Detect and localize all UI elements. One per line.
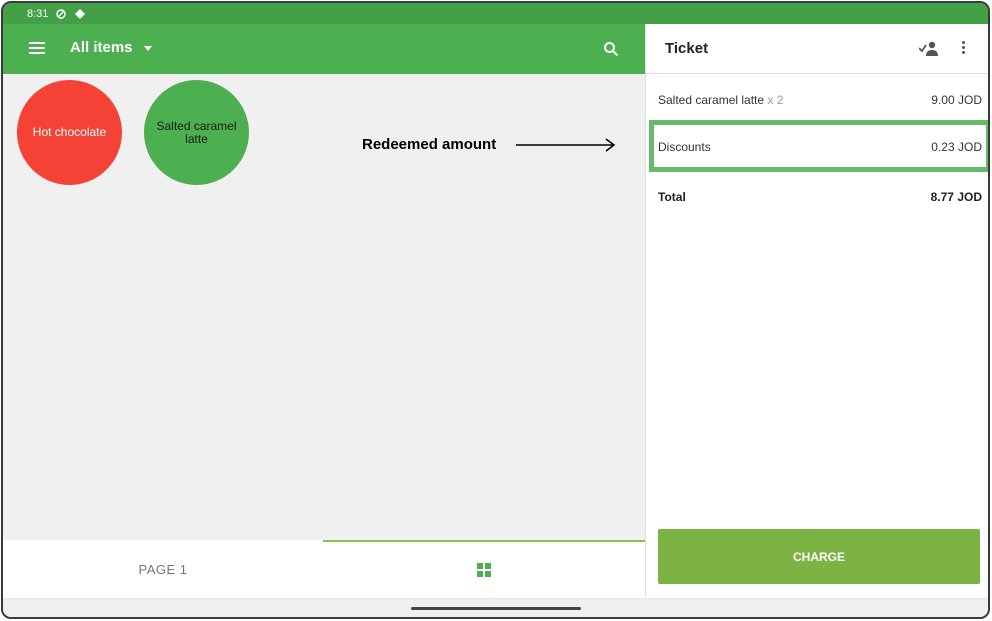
- ticket-header: Ticket: [646, 24, 988, 74]
- shield-icon: [56, 8, 67, 19]
- diamond-icon: [75, 8, 86, 19]
- line-item-qty: x 2: [767, 93, 784, 107]
- discount-amount: 0.23 JOD: [931, 140, 982, 154]
- total-amount: 8.77 JOD: [930, 190, 982, 204]
- dropdown-icon[interactable]: [144, 46, 152, 51]
- system-nav-bar: [3, 598, 988, 617]
- annotation-arrow-icon: [516, 138, 616, 152]
- more-vert-icon[interactable]: [962, 41, 966, 57]
- total-label: Total: [658, 190, 686, 204]
- status-bar: 8:31: [3, 3, 988, 598]
- item-tile-hot-chocolate[interactable]: Hot chocolate: [17, 80, 122, 185]
- items-pane: All items Hot chocolate Salted caramel l…: [3, 24, 645, 598]
- ticket-line-item[interactable]: Salted caramel latte x 2 9.00 JOD: [658, 93, 982, 107]
- line-item-amount: 9.00 JOD: [931, 93, 982, 107]
- device-frame: 8:31 All items Hot chocolate Salted cara…: [1, 1, 990, 619]
- ticket-pane: Ticket Salted caramel latte x 2 9.00 JOD…: [645, 24, 988, 598]
- home-handle[interactable]: [411, 607, 581, 610]
- category-selector[interactable]: All items: [70, 39, 133, 56]
- items-toolbar: All items: [3, 24, 645, 74]
- item-tile-label: Salted caramel latte: [156, 118, 237, 146]
- ticket-total-row: Total 8.77 JOD: [658, 190, 982, 204]
- tab-page-1[interactable]: PAGE 1: [3, 540, 323, 598]
- ticket-discount-row[interactable]: Discounts 0.23 JOD: [658, 140, 982, 154]
- item-tile-salted-caramel-latte[interactable]: Salted caramel latte: [144, 80, 249, 185]
- annotation-label: Redeemed amount: [362, 136, 497, 153]
- discount-label: Discounts: [658, 140, 711, 154]
- page-tabs: PAGE 1: [3, 540, 645, 598]
- line-item-name-wrap: Salted caramel latte x 2: [658, 93, 783, 107]
- status-time: 8:31: [27, 7, 49, 20]
- ticket-title: Ticket: [665, 40, 709, 57]
- item-tile-label: Hot chocolate: [32, 125, 107, 139]
- charge-button[interactable]: CHARGE: [658, 529, 980, 584]
- line-item-name: Salted caramel latte: [658, 93, 765, 107]
- search-icon[interactable]: [603, 41, 619, 57]
- tab-grid[interactable]: [323, 540, 645, 598]
- add-customer-icon[interactable]: [919, 40, 939, 56]
- menu-icon[interactable]: [29, 42, 45, 54]
- grid-icon: [477, 563, 491, 577]
